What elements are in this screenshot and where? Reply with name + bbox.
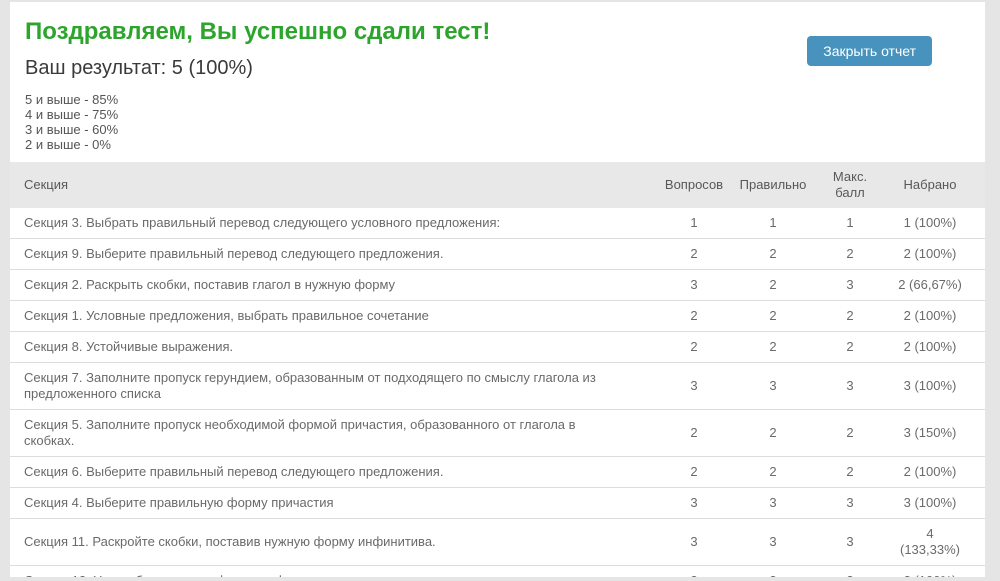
correct-cell: 2 [733,565,813,577]
max-score-cell: 2 [813,300,887,332]
scored-cell: 3 (150%) [887,409,985,457]
scored-cell: 2 (100%) [887,456,985,488]
max-score-cell: 2 [813,565,887,577]
questions-cell: 2 [655,331,733,363]
max-score-cell: 2 [813,409,887,457]
results-table-body: Секция 3. Выбрать правильный перевод сле… [10,208,985,577]
max-score-cell: 3 [813,269,887,301]
grade-scale-line: 2 и выше - 0% [25,137,111,152]
close-report-button[interactable]: Закрыть отчет [807,36,932,66]
correct-cell: 2 [733,300,813,332]
report-header: Поздравляем, Вы успешно сдали тест! Ваш … [10,2,985,158]
questions-cell: 2 [655,456,733,488]
section-cell: Секция 8. Устойчивые выражения. [10,331,655,363]
correct-cell: 2 [733,331,813,363]
grade-scale-line: 4 и выше - 75% [25,107,119,122]
correct-cell: 2 [733,238,813,270]
header-section: Секция [10,162,655,208]
scored-cell: 2 (66,67%) [887,269,985,301]
correct-cell: 3 [733,362,813,410]
correct-cell: 2 [733,456,813,488]
section-cell: Секция 6. Выберите правильный перевод сл… [10,456,655,488]
questions-cell: 3 [655,518,733,566]
table-row: Секция 1. Условные предложения, выбрать … [10,300,985,332]
header-questions: Вопросов [655,162,733,208]
grade-scale-line: 5 и выше - 85% [25,92,119,107]
results-table: Секция Вопросов Правильно Макс. балл Наб… [10,162,985,577]
max-score-cell: 1 [813,208,887,239]
section-cell: Секция 5. Заполните пропуск необходимой … [10,409,655,457]
section-cell: Секция 11. Раскройте скобки, поставив ну… [10,518,655,566]
max-score-cell: 3 [813,487,887,519]
max-score-cell: 2 [813,238,887,270]
table-row: Секция 6. Выберите правильный перевод сл… [10,456,985,488]
results-table-header: Секция Вопросов Правильно Макс. балл Наб… [10,162,985,208]
questions-cell: 3 [655,269,733,301]
correct-cell: 2 [733,269,813,301]
questions-cell: 2 [655,565,733,577]
grade-scale: 5 и выше - 85% 4 и выше - 75% 3 и выше -… [25,92,970,152]
questions-cell: 3 [655,487,733,519]
header-max-score: Макс. балл [813,162,887,208]
questions-cell: 2 [655,409,733,457]
max-score-cell: 2 [813,456,887,488]
section-cell: Секция 2. Раскрыть скобки, поставив глаг… [10,269,655,301]
scored-cell: 2 (100%) [887,565,985,577]
questions-cell: 2 [655,238,733,270]
questions-cell: 3 [655,362,733,410]
max-score-cell: 3 [813,362,887,410]
table-row: Секция 8. Устойчивые выражения. 2 2 2 2 … [10,331,985,363]
scored-cell: 2 (100%) [887,238,985,270]
section-cell: Секция 12. Употребите нужную форму инфин… [10,565,655,577]
questions-cell: 1 [655,208,733,239]
questions-cell: 2 [655,300,733,332]
correct-cell: 2 [733,409,813,457]
scored-cell: 4 (133,33%) [887,518,985,566]
scored-cell: 1 (100%) [887,208,985,239]
scored-cell: 3 (100%) [887,487,985,519]
correct-cell: 1 [733,208,813,239]
max-score-cell: 2 [813,331,887,363]
scored-cell: 2 (100%) [887,300,985,332]
header-row: Секция Вопросов Правильно Макс. балл Наб… [10,162,985,208]
section-cell: Секция 3. Выбрать правильный перевод сле… [10,208,655,239]
section-cell: Секция 7. Заполните пропуск герундием, о… [10,362,655,410]
report-panel: Поздравляем, Вы успешно сдали тест! Ваш … [10,2,985,577]
scored-cell: 3 (100%) [887,362,985,410]
table-row: Секция 9. Выберите правильный перевод сл… [10,238,985,270]
max-score-cell: 3 [813,518,887,566]
table-row: Секция 5. Заполните пропуск необходимой … [10,409,985,457]
table-row: Секция 12. Употребите нужную форму инфин… [10,565,985,577]
table-row: Секция 4. Выберите правильную форму прич… [10,487,985,519]
header-correct: Правильно [733,162,813,208]
table-row: Секция 11. Раскройте скобки, поставив ну… [10,518,985,566]
section-cell: Секция 9. Выберите правильный перевод сл… [10,238,655,270]
correct-cell: 3 [733,518,813,566]
grade-scale-line: 3 и выше - 60% [25,122,119,137]
table-row: Секция 7. Заполните пропуск герундием, о… [10,362,985,410]
scored-cell: 2 (100%) [887,331,985,363]
header-scored: Набрано [887,162,985,208]
table-row: Секция 3. Выбрать правильный перевод сле… [10,208,985,239]
table-row: Секция 2. Раскрыть скобки, поставив глаг… [10,269,985,301]
correct-cell: 3 [733,487,813,519]
section-cell: Секция 1. Условные предложения, выбрать … [10,300,655,332]
section-cell: Секция 4. Выберите правильную форму прич… [10,487,655,519]
